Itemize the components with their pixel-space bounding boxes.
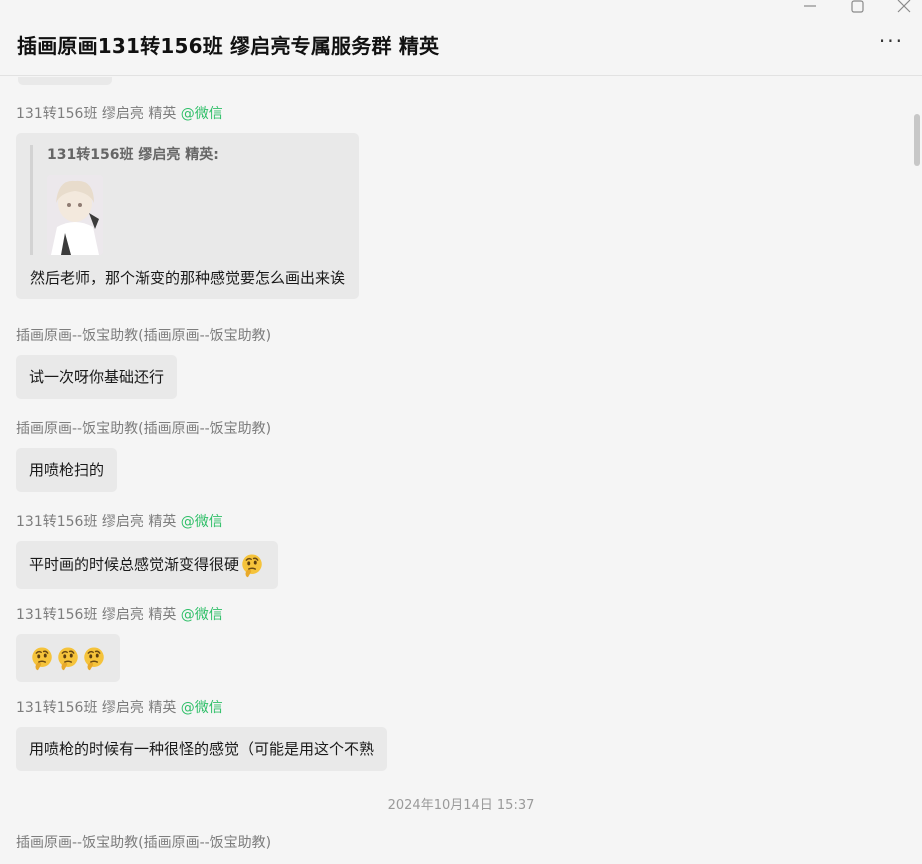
message-timestamp: 2024年10月14日 15:37	[387, 798, 535, 813]
maximize-icon[interactable]	[848, 0, 868, 16]
sender-name[interactable]: 插画原画--饭宝助教(插画原画--饭宝助教)	[16, 833, 271, 853]
wechat-source-label: @微信	[180, 700, 223, 716]
thinking-face-emoji	[81, 645, 107, 671]
message-text: 试一次呀你基础还行	[29, 368, 165, 386]
message-text: 用喷枪的时候有一种很怪的感觉（可能是用这个不熟	[29, 740, 375, 758]
message-item: 131转156班 缪启亮 精英 @微信 平时画的时候总感觉渐变得很硬	[16, 512, 279, 589]
sender-name[interactable]: 131转156班 缪启亮 精英 @微信	[16, 104, 359, 124]
sender-name[interactable]: 131转156班 缪启亮 精英 @微信	[16, 605, 223, 625]
chat-header: 插画原画131转156班 缪启亮专属服务群 精英 ···	[0, 0, 922, 76]
sender-name[interactable]: 插画原画--饭宝助教(插画原画--饭宝助教)	[16, 419, 271, 439]
scrollbar-thumb[interactable]	[914, 114, 920, 166]
message-item: 插画原画--饭宝助教(插画原画--饭宝助教)	[16, 833, 271, 853]
message-bubble[interactable]	[16, 634, 120, 682]
minimize-icon[interactable]	[800, 0, 820, 16]
message-list[interactable]: 131转156班 缪启亮 精英 @微信 131转156班 缪启亮 精英: 然后老…	[0, 77, 922, 864]
message-item: 131转156班 缪启亮 精英 @微信	[16, 605, 223, 682]
message-text: 平时画的时候总感觉渐变得很硬	[29, 555, 240, 574]
sender-name[interactable]: 131转156班 缪启亮 精英 @微信	[16, 698, 387, 718]
close-icon[interactable]	[894, 0, 914, 16]
message-bubble[interactable]: 平时画的时候总感觉渐变得很硬	[16, 541, 279, 589]
sender-name[interactable]: 插画原画--饭宝助教(插画原画--饭宝助教)	[16, 326, 271, 346]
message-text: 用喷枪扫的	[29, 461, 105, 479]
message-text: 然后老师，那个渐变的那种感觉要怎么画出来诶	[30, 269, 346, 287]
message-item: 131转156班 缪启亮 精英 @微信 用喷枪的时候有一种很怪的感觉（可能是用这…	[16, 698, 388, 771]
quoted-message[interactable]: 131转156班 缪启亮 精英:	[30, 145, 345, 255]
thinking-face-emoji	[239, 552, 265, 578]
thinking-face-emoji	[29, 645, 55, 671]
quoted-image-thumbnail[interactable]	[47, 175, 103, 255]
chat-title: 插画原画131转156班 缪启亮专属服务群 精英	[17, 34, 440, 58]
message-item: 插画原画--饭宝助教(插画原画--饭宝助教) 试一次呀你基础还行	[16, 326, 271, 399]
quoted-sender: 131转156班 缪启亮 精英:	[47, 147, 219, 163]
sender-name[interactable]: 131转156班 缪启亮 精英 @微信	[16, 512, 278, 532]
message-bubble[interactable]: 用喷枪的时候有一种很怪的感觉（可能是用这个不熟	[16, 727, 388, 771]
message-bubble[interactable]: 用喷枪扫的	[16, 448, 118, 492]
message-item: 插画原画--饭宝助教(插画原画--饭宝助教) 用喷枪扫的	[16, 419, 271, 492]
message-item: 131转156班 缪启亮 精英 @微信 131转156班 缪启亮 精英: 然后老…	[16, 104, 360, 299]
wechat-source-label: @微信	[180, 607, 223, 623]
message-bubble[interactable]: 131转156班 缪启亮 精英: 然后老师，那个渐变的那种感觉要怎么画出来诶	[16, 133, 360, 299]
more-options-button[interactable]: ···	[879, 31, 904, 51]
wechat-source-label: @微信	[180, 106, 223, 122]
wechat-source-label: @微信	[180, 514, 223, 530]
previous-message-bubble[interactable]	[18, 77, 112, 85]
thinking-face-emoji	[55, 645, 81, 671]
message-bubble[interactable]: 试一次呀你基础还行	[16, 355, 178, 399]
